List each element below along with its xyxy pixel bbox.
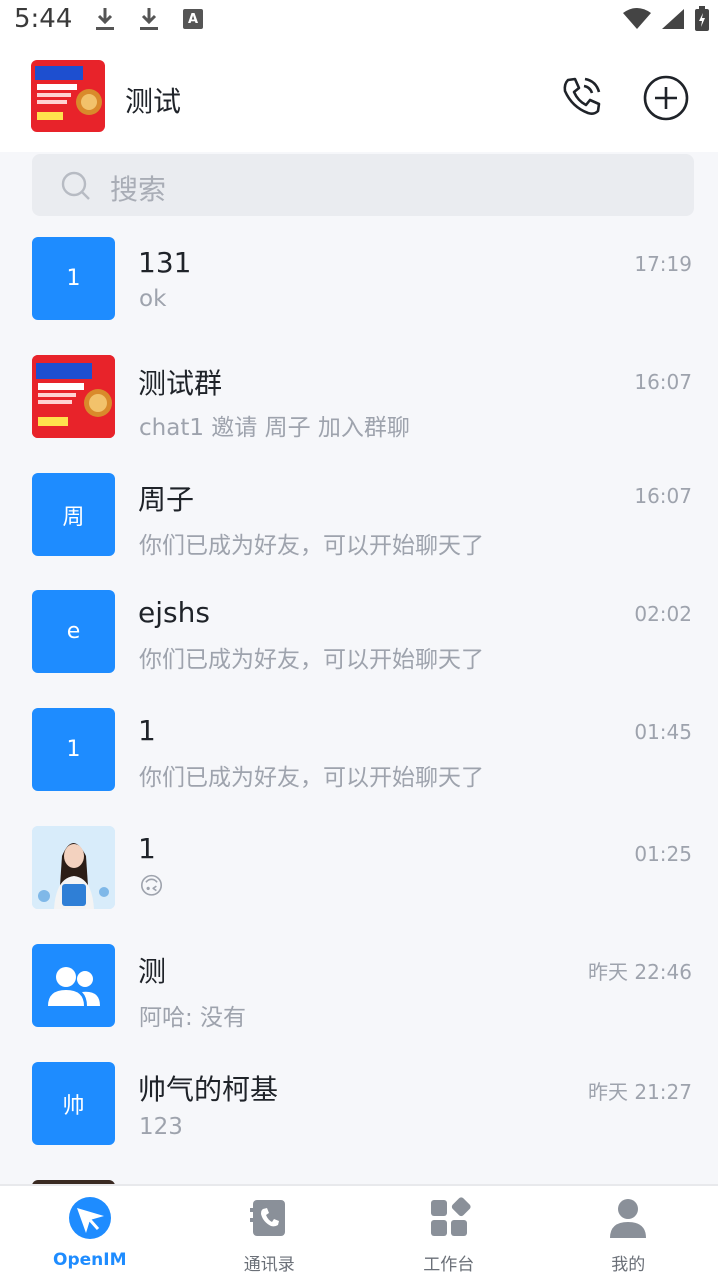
conversation-name: 测 xyxy=(138,955,167,988)
contacts-icon xyxy=(250,1200,286,1236)
conversation-list: 1 131 ok 17:19 测试群 chat1 邀请 周子 加入群聊 16:0… xyxy=(0,222,718,1184)
conversation-last-message: ok xyxy=(139,286,167,312)
conversation-item[interactable]: e ejshs 你们已成为好友，可以开始聊天了 02:02 xyxy=(0,576,718,694)
search-input[interactable]: 搜索 xyxy=(32,154,694,216)
conversation-last-message: chat1 邀请 周子 加入群聊 xyxy=(139,415,410,441)
conversation-last-message: 123 xyxy=(139,1114,183,1140)
conversation-item[interactable]: 测 阿哈: 没有 昨天 22:46 xyxy=(0,930,718,1048)
avatar: 帅 xyxy=(32,1062,115,1145)
conversation-item[interactable]: 帅 帅气的柯基 123 昨天 21:27 xyxy=(0,1048,718,1166)
tab-workbench[interactable]: 工作台 xyxy=(359,1186,539,1280)
conversation-last-message: 阿哈: 没有 xyxy=(139,1005,247,1031)
status-time: 5:44 xyxy=(14,4,73,34)
search-bar-container: 搜索 xyxy=(0,152,718,222)
conversation-name: 1 xyxy=(138,832,156,865)
tab-label: 我的 xyxy=(611,1255,646,1275)
conversation-item[interactable]: 1 🙃 01:25 xyxy=(0,812,718,930)
conversation-name: 131 xyxy=(138,246,192,279)
group-avatar xyxy=(32,944,115,1027)
avatar-photo xyxy=(32,826,115,909)
bottom-navigation: OpenIM 通讯录 工作台 我的 xyxy=(0,1186,718,1280)
tab-openim[interactable]: OpenIM xyxy=(0,1186,180,1280)
conversation-item[interactable]: 测试群 chat1 邀请 周子 加入群聊 16:07 xyxy=(0,340,718,458)
download-icon xyxy=(140,8,158,30)
conversation-last-message: 🙃 xyxy=(139,872,165,900)
group-avatar xyxy=(32,355,115,438)
conversation-name: 周子 xyxy=(138,483,195,516)
conversation-last-message: 你们已成为好友，可以开始聊天了 xyxy=(139,765,484,791)
app-header: 测试 xyxy=(0,40,718,152)
conversation-time: 昨天 21:27 xyxy=(588,1080,692,1104)
app-notification-icon: A xyxy=(183,9,203,29)
phone-call-icon[interactable] xyxy=(560,74,604,118)
page-title: 测试 xyxy=(125,85,182,118)
download-icon xyxy=(96,8,114,30)
conversation-time: 昨天 22:46 xyxy=(588,960,692,984)
conversation-time: 17:19 xyxy=(634,252,692,276)
conversation-time: 01:25 xyxy=(634,842,692,866)
tab-contacts[interactable]: 通讯录 xyxy=(180,1186,360,1280)
conversation-item-partial[interactable] xyxy=(0,1166,718,1184)
conversation-item[interactable]: 1 1 你们已成为好友，可以开始聊天了 01:45 xyxy=(0,694,718,812)
avatar: 1 xyxy=(32,237,115,320)
tab-label: 通讯录 xyxy=(243,1255,295,1275)
status-bar: 5:44 A xyxy=(0,0,718,40)
conversation-time: 16:07 xyxy=(634,370,692,394)
workbench-icon xyxy=(430,1197,471,1236)
status-icons xyxy=(622,6,710,32)
battery-icon xyxy=(695,6,709,31)
conversation-name: 测试群 xyxy=(138,367,223,400)
group-icon xyxy=(47,966,100,1006)
conversation-last-message: 你们已成为好友，可以开始聊天了 xyxy=(139,533,484,559)
wifi-icon xyxy=(623,8,651,29)
avatar: e xyxy=(32,590,115,673)
conversation-name: 帅气的柯基 xyxy=(138,1073,279,1106)
tab-label: OpenIM xyxy=(53,1250,127,1270)
tab-label: 工作台 xyxy=(423,1255,475,1275)
conversation-name: ejshs xyxy=(138,596,210,629)
avatar: 1 xyxy=(32,708,115,791)
conversation-name: 1 xyxy=(138,714,156,747)
conversation-time: 01:45 xyxy=(634,720,692,744)
conversation-time: 02:02 xyxy=(634,602,692,626)
search-placeholder: 搜索 xyxy=(110,173,167,206)
openim-logo-icon xyxy=(68,1197,111,1239)
tab-profile[interactable]: 我的 xyxy=(539,1186,718,1280)
conversation-last-message: 你们已成为好友，可以开始聊天了 xyxy=(139,647,484,673)
user-avatar[interactable] xyxy=(31,60,105,132)
profile-icon xyxy=(610,1199,647,1238)
conversation-item[interactable]: 1 131 ok 17:19 xyxy=(0,222,718,340)
conversation-item[interactable]: 周 周子 你们已成为好友，可以开始聊天了 16:07 xyxy=(0,458,718,576)
add-icon[interactable] xyxy=(642,74,690,122)
conversation-time: 16:07 xyxy=(634,484,692,508)
search-icon xyxy=(61,171,90,200)
signal-icon xyxy=(662,9,684,29)
avatar: 周 xyxy=(32,473,115,556)
